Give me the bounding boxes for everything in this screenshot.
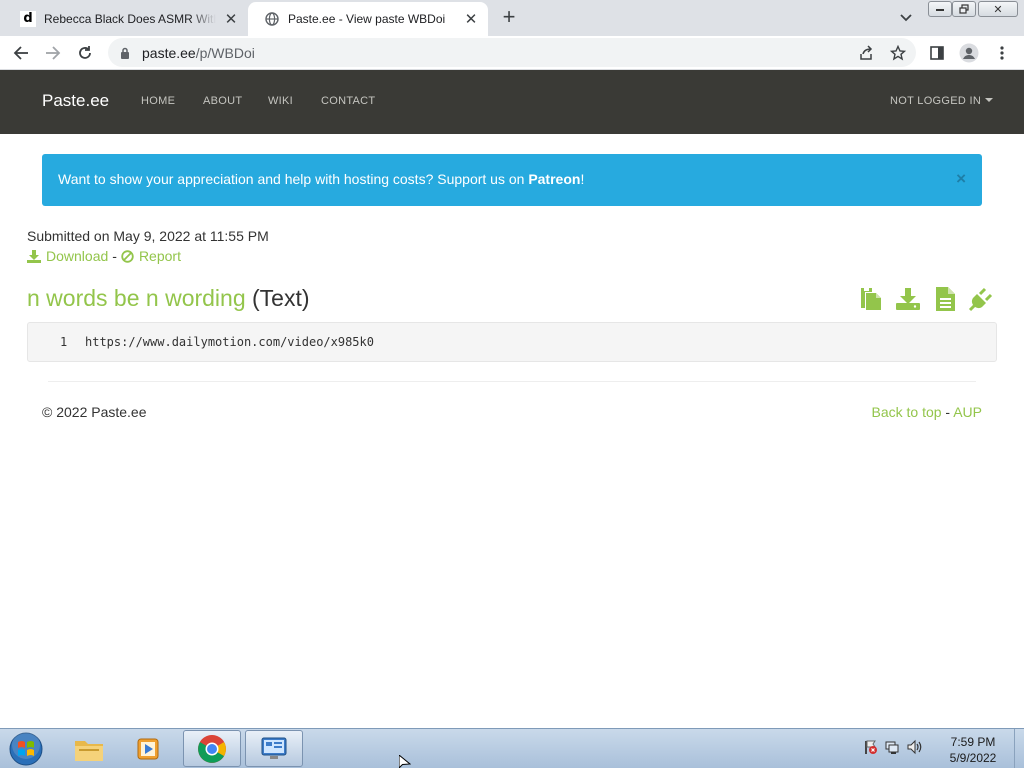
clock-time: 7:59 PM xyxy=(950,735,996,749)
alert-message: Want to show your appreciation and help … xyxy=(58,171,584,187)
windows-logo-icon xyxy=(9,732,43,766)
download-icon[interactable] xyxy=(895,286,921,312)
menu-kebab-icon[interactable] xyxy=(990,41,1014,65)
globe-icon xyxy=(264,11,280,27)
raw-file-icon[interactable] xyxy=(932,286,958,312)
divider xyxy=(48,381,976,382)
nav-contact-link[interactable]: CONTACT xyxy=(321,95,375,107)
new-tab-plus-icon[interactable]: + xyxy=(497,6,521,30)
paste-meta-links: Download - Report xyxy=(27,248,181,264)
aup-link[interactable]: AUP xyxy=(953,404,982,420)
tab-title: Paste.ee - View paste WBDoi xyxy=(288,12,446,26)
alert-suffix: ! xyxy=(580,171,585,187)
code-line[interactable]: https://www.dailymotion.com/video/x985k0 xyxy=(85,335,374,349)
system-tray xyxy=(862,739,922,755)
nav-home-link[interactable]: HOME xyxy=(141,95,175,107)
back-arrow-icon[interactable] xyxy=(9,41,33,65)
dailymotion-favicon-icon: d xyxy=(20,11,36,27)
copyright-text: © 2022 Paste.ee xyxy=(42,404,147,420)
side-panel-icon[interactable] xyxy=(925,41,949,65)
computer-icon xyxy=(261,737,287,759)
patreon-alert: Want to show your appreciation and help … xyxy=(42,154,982,206)
clock-date: 5/9/2022 xyxy=(949,751,997,765)
separator: - xyxy=(112,248,117,264)
tab-search-chevron-down-icon[interactable] xyxy=(896,8,916,28)
paste-name: n words be n wording xyxy=(27,285,246,311)
plug-icon[interactable] xyxy=(968,286,994,312)
taskbar-clock[interactable]: 7:59 PM 5/9/2022 xyxy=(940,734,1006,766)
taskbar-media-player-button[interactable] xyxy=(120,730,178,767)
profile-avatar-icon[interactable] xyxy=(957,41,981,65)
separator: - xyxy=(941,404,954,420)
paste-language: (Text) xyxy=(252,285,310,311)
folder-icon xyxy=(75,740,103,761)
paste-code-box[interactable]: 1 https://www.dailymotion.com/video/x985… xyxy=(27,322,997,362)
copy-icon[interactable] xyxy=(858,286,884,312)
report-link[interactable]: Report xyxy=(139,248,181,264)
login-dropdown[interactable]: NOT LOGGED IN xyxy=(890,95,994,107)
alert-text: Want to show your appreciation and help … xyxy=(58,171,529,187)
patreon-link[interactable]: Patreon xyxy=(528,171,580,187)
submitted-date: Submitted on May 9, 2022 at 11:55 PM xyxy=(27,228,269,244)
browser-tab-rebecca-black[interactable]: d Rebecca Black Does ASMR With I ✕ xyxy=(4,2,248,36)
close-icon[interactable]: ✕ xyxy=(462,10,480,28)
taskbar-explorer-button[interactable] xyxy=(60,730,118,767)
browser-tab-paste-ee[interactable]: Paste.ee - View paste WBDoi ✕ xyxy=(248,2,488,36)
footer-links: Back to top - AUP xyxy=(871,404,982,420)
download-link[interactable]: Download xyxy=(46,248,108,264)
nav-about-link[interactable]: ABOUT xyxy=(203,95,242,107)
window-close-button[interactable]: ✕ xyxy=(978,1,1018,17)
browser-toolbar: paste.ee/p/WBDoi xyxy=(0,36,1024,70)
login-label: NOT LOGGED IN xyxy=(890,95,982,107)
close-icon[interactable]: ✕ xyxy=(222,10,240,28)
start-button[interactable] xyxy=(6,731,46,767)
volume-icon[interactable] xyxy=(906,739,922,755)
bookmark-star-icon[interactable] xyxy=(886,41,910,65)
browser-tab-strip: d Rebecca Black Does ASMR With I ✕ Paste… xyxy=(0,0,1024,36)
paste-title: n words be n wording (Text) xyxy=(27,285,310,312)
nav-wiki-link[interactable]: WIKI xyxy=(268,95,293,107)
taskbar-control-panel-button[interactable] xyxy=(245,730,303,767)
forward-arrow-icon[interactable] xyxy=(41,41,65,65)
show-desktop-button[interactable] xyxy=(1014,729,1024,768)
windows-taskbar: 7:59 PM 5/9/2022 xyxy=(0,728,1024,768)
alert-close-button[interactable]: × xyxy=(956,169,966,189)
mouse-cursor-icon xyxy=(399,755,411,768)
lock-icon[interactable] xyxy=(120,46,130,64)
url-path: /p/WBDoi xyxy=(195,45,255,61)
network-icon[interactable] xyxy=(884,739,900,755)
url-host: paste.ee xyxy=(142,45,196,61)
back-to-top-link[interactable]: Back to top xyxy=(871,404,941,420)
ban-icon xyxy=(121,249,134,263)
caret-down-icon xyxy=(985,98,994,102)
chrome-icon xyxy=(198,734,226,763)
window-minimize-button[interactable] xyxy=(928,1,952,17)
window-restore-button[interactable] xyxy=(952,1,976,17)
action-center-flag-icon[interactable] xyxy=(862,739,878,755)
media-player-icon xyxy=(137,738,159,759)
download-icon xyxy=(27,249,41,263)
taskbar-chrome-button[interactable] xyxy=(183,730,241,767)
site-brand-link[interactable]: Paste.ee xyxy=(42,91,109,111)
tab-title: Rebecca Black Does ASMR With I xyxy=(44,12,216,26)
line-number: 1 xyxy=(60,335,68,349)
share-icon[interactable] xyxy=(854,41,878,65)
site-navbar: Paste.ee HOME ABOUT WIKI CONTACT NOT LOG… xyxy=(0,70,1024,134)
reload-icon[interactable] xyxy=(73,41,97,65)
url-text: paste.ee/p/WBDoi xyxy=(142,45,255,61)
address-bar[interactable]: paste.ee/p/WBDoi xyxy=(108,38,916,67)
